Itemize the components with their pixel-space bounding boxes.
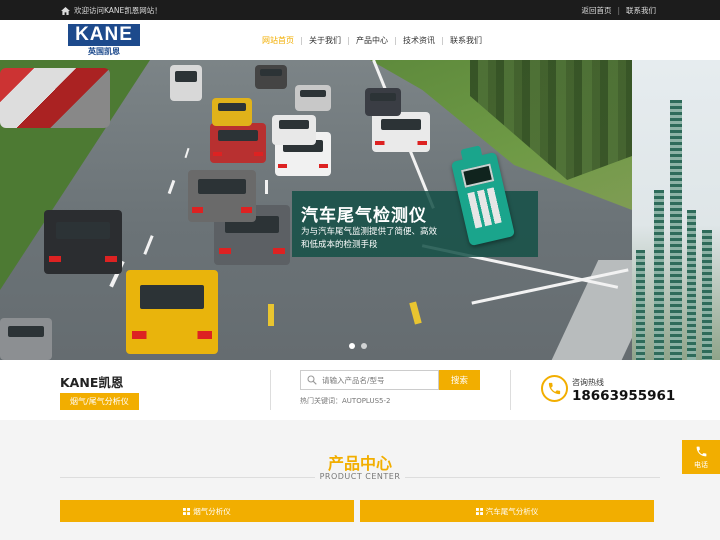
category-flue-gas-analyzer[interactable]: 烟气分析仪 [60,500,354,522]
category-label: 汽车尾气分析仪 [485,506,539,516]
top-link-divider: | [617,6,620,15]
divider [270,370,271,410]
nav-home[interactable]: 网站首页 [255,35,301,46]
nav-products[interactable]: 产品中心 [349,35,395,46]
category-tag-button[interactable]: 烟气/尾气分析仪 [60,393,139,410]
site-header: KANE 英国凯恩 网站首页 关于我们 产品中心 技术资讯 联系我们 [0,20,720,60]
banner-dot-1[interactable] [349,343,355,349]
banner-dot-2[interactable] [361,343,367,349]
category-exhaust-analyzer[interactable]: 汽车尾气分析仪 [360,500,654,522]
banner-car [295,85,331,111]
banner-car [188,170,256,222]
banner-description: 为与汽车尾气监测提供了简便、高效和低成本的检测手段 [301,227,438,250]
banner-car [212,98,252,126]
banner-car [126,270,218,354]
welcome-message: 欢迎访问KANE凯恩网站！ [61,5,162,16]
brand-name: KANE凯恩 [60,375,124,390]
hotline-label: 咨询热线 [572,378,604,387]
banner-car [210,123,266,163]
floating-call-button[interactable]: 电话 [682,440,720,474]
product-center-title: 产品中心 [327,454,392,473]
banner-car [255,65,287,89]
welcome-text: 欢迎访问KANE凯恩网站！ [74,6,162,15]
home-icon [61,6,70,15]
banner-car [44,210,122,274]
nav-about[interactable]: 关于我们 [302,35,348,46]
lane-marking [265,180,268,194]
floating-call-label: 电话 [694,461,708,469]
search-box [300,370,439,390]
hot-keywords[interactable]: 热门关键词：AUTOPLUS5-2 [300,396,390,406]
hotline-number[interactable]: 18663955961 [572,388,675,404]
search-button[interactable]: 搜索 [439,370,480,390]
phone-icon [541,375,568,402]
top-links: 返回首页 | 联系我们 [581,5,656,16]
hero-banner[interactable]: 汽车尾气检测仪 为与汽车尾气监测提供了简便、高效和低成本的检测手段 [0,60,720,360]
banner-refinery-image [632,60,720,360]
logo-cn: 英国凯恩 [68,45,140,56]
nav-contact[interactable]: 联系我们 [443,35,489,46]
product-center-subtitle: PRODUCT CENTER [319,472,401,481]
banner-title: 汽车尾气检测仪 [301,206,427,226]
category-label: 烟气分析仪 [193,506,231,516]
grid-icon [183,507,191,515]
top-bar: 欢迎访问KANE凯恩网站！ 返回首页 | 联系我们 [0,0,720,20]
banner-pagination [349,343,367,349]
phone-icon [696,446,706,457]
banner-car [372,112,430,152]
grid-icon [475,507,483,515]
nav-news[interactable]: 技术资讯 [396,35,442,46]
banner-car [0,68,110,128]
banner-car [170,65,202,101]
lane-marking-yellow [268,304,274,326]
kane-logo[interactable]: KANE 英国凯恩 [68,24,140,56]
product-search: 搜索 [300,370,480,390]
main-nav: 网站首页 关于我们 产品中心 技术资讯 联系我们 [255,35,489,46]
contact-us-top-link[interactable]: 联系我们 [626,5,656,16]
search-input[interactable] [322,375,432,385]
banner-car [272,115,316,145]
search-icon [307,375,317,385]
divider [510,370,511,410]
back-home-link[interactable]: 返回首页 [581,5,611,16]
banner-car [0,318,52,360]
logo-word: KANE [68,24,140,45]
info-strip: KANE凯恩 烟气/尾气分析仪 搜索 热门关键词：AUTOPLUS5-2 咨询热… [0,360,720,420]
banner-car [365,88,401,116]
